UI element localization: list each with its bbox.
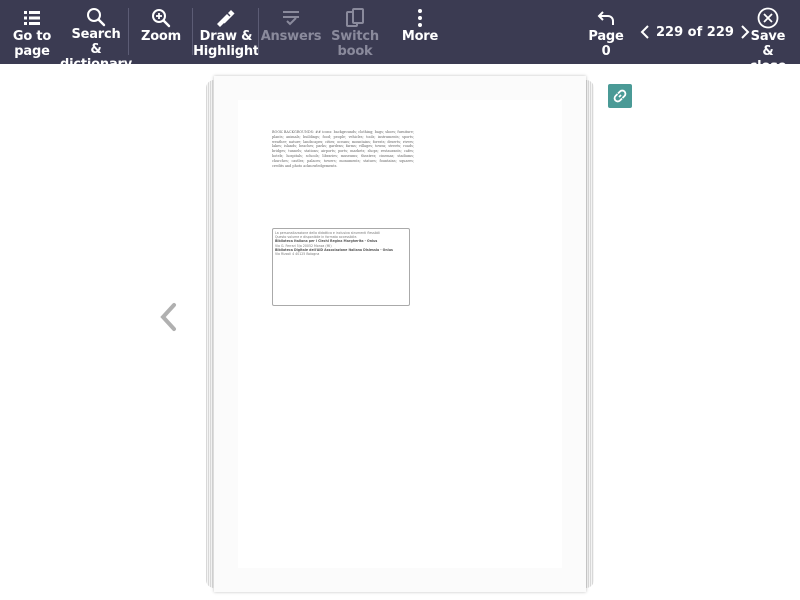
switch-label-1: Switch <box>331 29 379 44</box>
zoom-in-icon <box>151 7 171 29</box>
page-body-text: BOOK BACKGROUNDS: ## icons: backgrounds;… <box>272 130 414 168</box>
chevron-left-icon <box>640 25 649 39</box>
save-close-button[interactable]: Save & close <box>744 0 792 74</box>
accessibility-info-box: La personalizzazione della didattica e i… <box>272 228 410 306</box>
prev-page-button[interactable] <box>640 25 650 39</box>
pen-icon <box>214 7 238 29</box>
magnifier-icon <box>86 7 106 27</box>
search-label-1: Search & <box>71 27 121 57</box>
chevron-left-icon <box>160 303 176 331</box>
undo-arrow-icon <box>597 7 615 29</box>
info-line: Via Rizzoli 4 40125 Bologna <box>275 252 320 257</box>
go-to-page-label-2: page <box>14 44 50 59</box>
go-to-page-label-1: Go to <box>12 29 52 44</box>
page-stack-edge <box>206 80 214 588</box>
more-button[interactable]: More <box>400 0 440 64</box>
checklist-icon <box>281 7 301 29</box>
switch-book-icon <box>344 7 366 29</box>
answers-button[interactable]: Answers <box>261 0 322 64</box>
page-indicator: 229 of 229 <box>656 24 734 40</box>
reader-prev-page-button[interactable] <box>154 300 182 334</box>
close-circle-icon <box>757 7 779 29</box>
book-page-view: BOOK BACKGROUNDS: ## icons: backgrounds;… <box>206 76 594 592</box>
page-stack-edge <box>586 80 594 588</box>
link-icon <box>613 89 627 103</box>
switch-label-2: book <box>337 44 373 59</box>
list-icon <box>23 7 41 29</box>
zoom-button[interactable]: Zoom <box>138 0 184 64</box>
toolbar-divider <box>258 8 259 55</box>
more-label: More <box>401 29 439 44</box>
page-content: BOOK BACKGROUNDS: ## icons: backgrounds;… <box>238 100 562 568</box>
search-dictionary-button[interactable]: Search & dictionary <box>60 0 132 72</box>
switch-book-button[interactable]: Switch book <box>331 0 379 64</box>
zoom-label: Zoom <box>140 29 182 44</box>
draw-highlight-button[interactable]: Draw & Highlight <box>193 0 259 64</box>
save-label-1: Save & <box>750 29 786 59</box>
book-page: BOOK BACKGROUNDS: ## icons: backgrounds;… <box>214 76 586 592</box>
search-label-2: dictionary <box>60 57 132 72</box>
answers-label: Answers <box>260 29 322 44</box>
draw-label-1: Draw & <box>199 29 253 44</box>
save-label-2: close <box>749 59 787 74</box>
page-pager: 229 of 229 <box>640 20 750 44</box>
page-0-label: Page 0 <box>588 29 624 59</box>
more-vertical-icon <box>417 7 423 29</box>
reader-toolbar: Go to page Search & dictionary Zoom Draw… <box>0 0 800 74</box>
toolbar-divider <box>128 8 129 55</box>
link-button[interactable] <box>608 84 632 108</box>
draw-label-2: Highlight <box>193 44 259 59</box>
go-to-page-button[interactable]: Go to page <box>8 0 56 64</box>
page-0-button[interactable]: Page 0 <box>584 0 628 64</box>
